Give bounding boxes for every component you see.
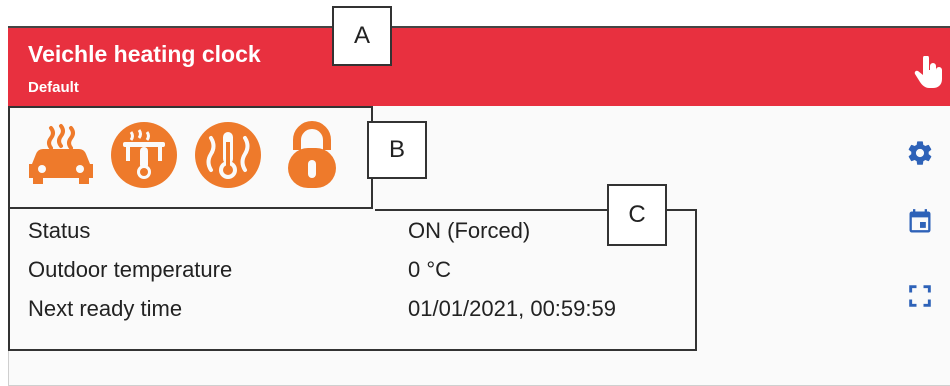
outdoor-temperature-value: 0 °C	[408, 257, 452, 282]
car-heating-icon[interactable]	[26, 120, 96, 190]
outdoor-temperature-label: Outdoor temperature	[28, 257, 233, 282]
widget-header: Veichle heating clock Default	[8, 26, 950, 106]
gear-icon[interactable]	[906, 139, 934, 167]
heat-thermometer-icon[interactable]	[193, 120, 263, 190]
callout-b-label: B	[367, 121, 427, 179]
callout-c-label: C	[607, 184, 667, 246]
widget-title: Veichle heating clock	[28, 41, 261, 67]
status-label: Status	[28, 218, 91, 243]
next-ready-time-value: 01/01/2021, 00:59:59	[408, 296, 616, 321]
widget-subtitle: Default	[28, 79, 79, 96]
fullscreen-icon[interactable]	[906, 282, 934, 310]
lock-icon[interactable]	[283, 120, 341, 190]
calendar-icon[interactable]	[906, 208, 934, 236]
callout-a-label: A	[332, 6, 392, 66]
touch-icon[interactable]	[914, 56, 944, 90]
next-ready-time-label: Next ready time	[28, 296, 183, 321]
thermometer-sensor-icon[interactable]	[109, 120, 179, 190]
status-value: ON (Forced)	[408, 218, 531, 243]
